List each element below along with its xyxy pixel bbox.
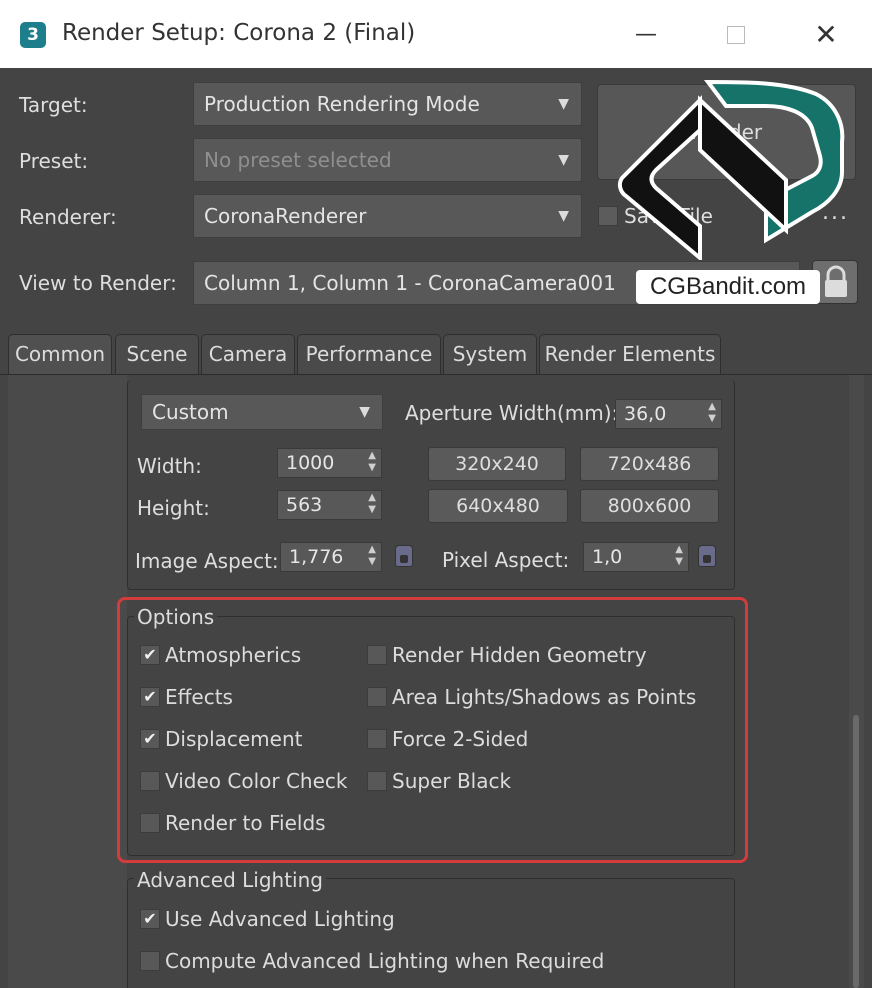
chevron-down-icon: ▼ — [558, 96, 569, 112]
maximize-button[interactable] — [716, 18, 756, 52]
scrollbar-thumb[interactable] — [853, 715, 859, 988]
tab-performance[interactable]: Performance — [297, 334, 441, 374]
preset-value: No preset selected — [204, 148, 392, 172]
target-dropdown[interactable]: Production Rendering Mode ▼ — [193, 82, 582, 126]
pixel-aspect-lock-icon[interactable] — [698, 545, 716, 567]
target-label: Target: — [19, 93, 88, 117]
image-aspect-value: 1,776 — [289, 546, 344, 568]
aperture-spinner[interactable]: 36,0 ▲ ▼ — [615, 399, 722, 429]
preset-720x486-button[interactable]: 720x486 — [580, 447, 719, 481]
spinner-arrows-icon[interactable]: ▲ ▼ — [708, 401, 716, 425]
preset-320x240-button[interactable]: 320x240 — [428, 447, 566, 481]
advanced-lighting-title: Advanced Lighting — [134, 868, 326, 892]
watermark-text: CGBandit.com — [636, 270, 820, 304]
save-file-checkbox[interactable] — [598, 206, 618, 226]
preset-800x600-button[interactable]: 800x600 — [580, 489, 719, 523]
spinner-arrows-icon[interactable]: ▲ ▼ — [368, 450, 376, 474]
compute-advanced-lighting-label: Compute Advanced Lighting when Required — [165, 949, 605, 973]
renderer-dropdown[interactable]: CoronaRenderer ▼ — [193, 194, 582, 238]
compute-advanced-lighting-checkbox[interactable] — [140, 951, 160, 971]
target-value: Production Rendering Mode — [204, 92, 480, 116]
renderer-value: CoronaRenderer — [204, 204, 367, 228]
use-advanced-lighting-checkbox[interactable]: ✔ — [140, 909, 160, 929]
aperture-value: 36,0 — [624, 403, 667, 425]
cgbandit-logo-icon — [617, 80, 845, 260]
pixel-aspect-spinner[interactable]: 1,0 ▲ ▼ — [583, 542, 689, 572]
tab-common[interactable]: Common — [8, 334, 112, 374]
tab-camera[interactable]: Camera — [201, 334, 295, 374]
spinner-arrows-icon[interactable]: ▲ ▼ — [368, 544, 376, 568]
image-aspect-spinner[interactable]: 1,776 ▲ ▼ — [280, 542, 382, 572]
preset-dropdown[interactable]: No preset selected ▼ — [193, 138, 582, 182]
close-button[interactable]: ✕ — [806, 18, 846, 52]
spinner-arrows-icon[interactable]: ▲ ▼ — [368, 492, 376, 516]
preset-label: Preset: — [19, 149, 89, 173]
aperture-label: Aperture Width(mm): — [405, 401, 619, 425]
options-highlight-box — [117, 597, 748, 863]
pixel-aspect-value: 1,0 — [592, 546, 623, 568]
height-value: 563 — [286, 494, 323, 516]
width-spinner[interactable]: 1000 ▲ ▼ — [277, 448, 382, 478]
chevron-down-icon: ▼ — [359, 404, 370, 420]
height-label: Height: — [137, 496, 210, 520]
tab-system[interactable]: System — [443, 334, 537, 374]
use-advanced-lighting-label: Use Advanced Lighting — [165, 907, 395, 931]
chevron-down-icon: ▼ — [558, 152, 569, 168]
view-to-render-label: View to Render: — [19, 271, 177, 295]
title-bar: 3 Render Setup: Corona 2 (Final) — ✕ — [0, 0, 872, 68]
output-size-preset-value: Custom — [152, 400, 229, 424]
width-label: Width: — [137, 454, 202, 478]
preset-640x480-button[interactable]: 640x480 — [428, 489, 568, 523]
spinner-arrows-icon[interactable]: ▲ ▼ — [675, 544, 683, 568]
width-value: 1000 — [286, 452, 335, 474]
chevron-down-icon: ▼ — [558, 208, 569, 224]
image-aspect-label: Image Aspect: — [135, 549, 279, 573]
window-title: Render Setup: Corona 2 (Final) — [62, 20, 416, 46]
image-aspect-lock-icon[interactable] — [395, 545, 413, 567]
maximize-icon — [727, 26, 745, 44]
tab-render-elements[interactable]: Render Elements — [539, 334, 721, 374]
output-size-preset-dropdown[interactable]: Custom ▼ — [141, 394, 383, 430]
tab-scene[interactable]: Scene — [115, 334, 199, 374]
renderer-label: Renderer: — [19, 205, 117, 229]
app-3dsmax-icon: 3 — [20, 22, 46, 48]
minimize-button[interactable]: — — [626, 18, 666, 52]
pixel-aspect-label: Pixel Aspect: — [442, 548, 570, 572]
height-spinner[interactable]: 563 ▲ ▼ — [277, 490, 382, 520]
view-to-render-value: Column 1, Column 1 - CoronaCamera001 — [204, 271, 616, 295]
